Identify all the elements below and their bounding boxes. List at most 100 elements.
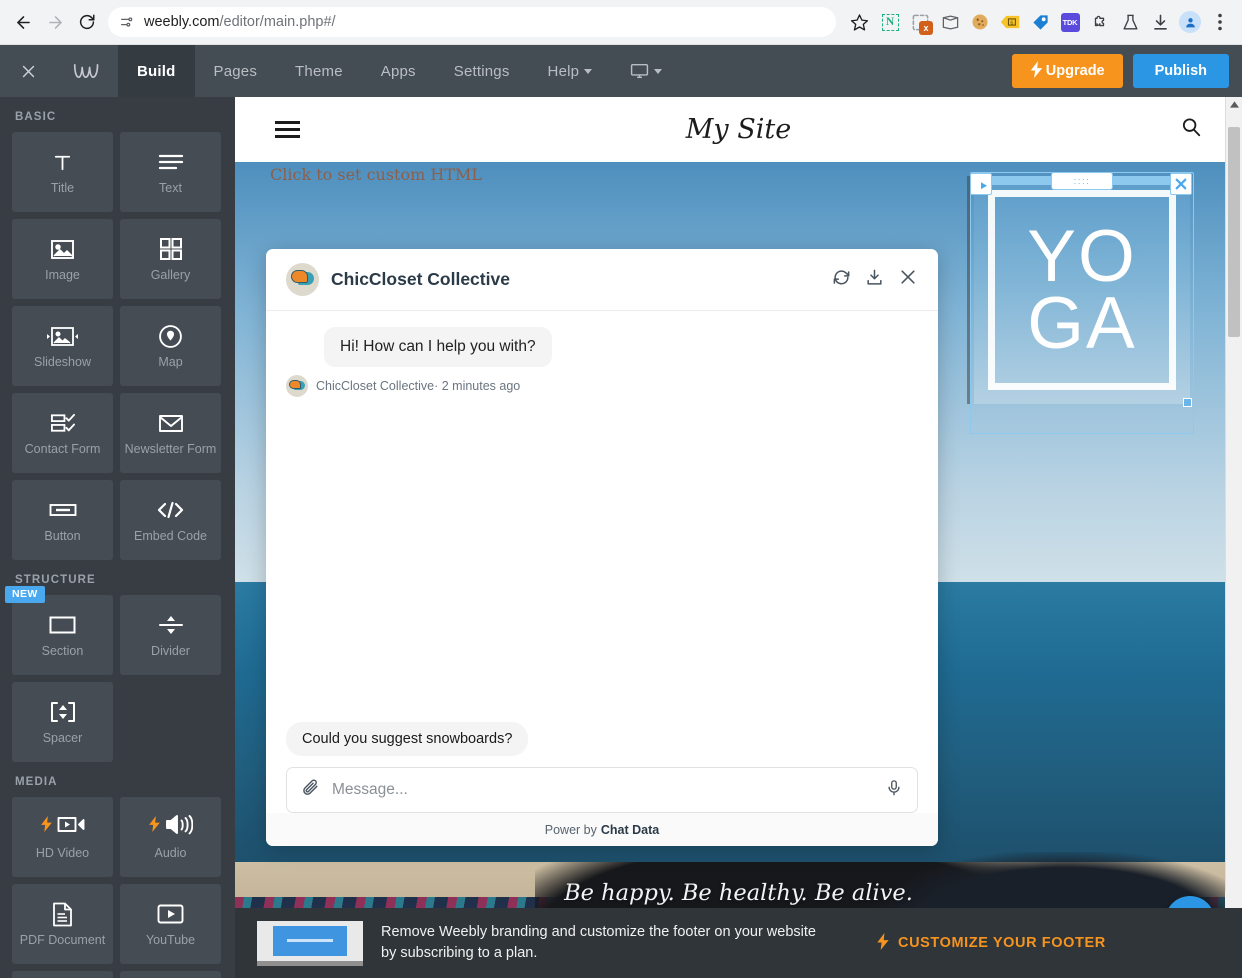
pdf-document-icon — [52, 899, 73, 929]
sidebar-tile-spacer[interactable]: Spacer — [12, 682, 113, 762]
hero-section[interactable]: Click to set custom HTML Be happy. Be he… — [235, 162, 1242, 978]
site-settings-icon[interactable] — [119, 14, 135, 30]
tab-help[interactable]: Help — [529, 45, 612, 97]
close-editor-icon[interactable] — [0, 63, 56, 80]
reader-extension-icon[interactable] — [936, 8, 964, 36]
reload-icon[interactable] — [72, 7, 102, 37]
map-pin-icon — [158, 321, 183, 351]
sidebar-tile-pdf-document[interactable]: PDF Document — [12, 884, 113, 964]
device-preview-toggle[interactable] — [611, 45, 681, 97]
sidebar-tile-file[interactable]: File — [120, 971, 221, 978]
title-icon — [51, 147, 74, 177]
downloads-icon[interactable] — [1146, 8, 1174, 36]
drag-grip-icon[interactable]: :::: — [1051, 172, 1113, 190]
notion-extension-icon[interactable]: N — [876, 8, 904, 36]
chat-composer[interactable]: Message... — [286, 767, 918, 813]
chat-message-list[interactable]: Hi! How can I help you with? ChicCloset … — [266, 311, 938, 722]
back-arrow-icon[interactable] — [8, 7, 38, 37]
scrollbar-thumb[interactable] — [1228, 127, 1240, 337]
sidebar-tile-embed-code[interactable]: Embed Code — [120, 480, 221, 560]
profile-avatar-icon[interactable] — [1176, 8, 1204, 36]
hero-tagline[interactable]: Be happy. Be healthy. Be alive. — [235, 880, 1242, 906]
sidebar-tile-text[interactable]: Text — [120, 132, 221, 212]
chat-message-meta-text: ChicCloset Collective· 2 minutes ago — [316, 379, 521, 393]
paperclip-icon[interactable] — [301, 778, 320, 802]
sidebar-tile-youtube[interactable]: YouTube — [120, 884, 221, 964]
sidebar-tile-section[interactable]: NEW Section — [5, 586, 113, 675]
sidebar-tile-label: Embed Code — [134, 529, 207, 544]
move-arrow-icon[interactable] — [970, 173, 992, 195]
tab-theme[interactable]: Theme — [276, 45, 362, 97]
chat-widget[interactable]: ChicCloset Collective Hi! How can I help… — [266, 249, 938, 846]
upgrade-label: Upgrade — [1045, 63, 1105, 79]
close-chat-icon[interactable] — [898, 267, 918, 292]
download-transcript-icon[interactable] — [865, 268, 884, 292]
yoga-image[interactable]: YO GA — [974, 176, 1190, 404]
search-icon[interactable] — [1180, 116, 1202, 143]
new-badge: NEW — [5, 586, 45, 604]
chat-powered-brand: Chat Data — [600, 822, 660, 837]
sidebar-tile-map[interactable]: Map — [120, 306, 221, 386]
delete-x-icon[interactable] — [1170, 173, 1192, 195]
refresh-conversation-icon[interactable] — [832, 268, 851, 292]
coupon-extension-icon[interactable]: 6 — [996, 8, 1024, 36]
tag-extension-icon[interactable] — [1026, 8, 1054, 36]
tab-settings-label: Settings — [453, 62, 510, 80]
chat-message-input[interactable]: Message... — [332, 781, 873, 799]
bolt-icon — [877, 932, 889, 954]
sidebar-tile-hd-video[interactable]: HD Video — [12, 797, 113, 877]
sidebar-tile-slideshow[interactable]: Slideshow — [12, 306, 113, 386]
sidebar-tile-divider[interactable]: Divider — [120, 595, 221, 675]
image-icon — [50, 234, 75, 264]
sidebar-tile-button[interactable]: Button — [12, 480, 113, 560]
chat-message-meta: ChicCloset Collective· 2 minutes ago — [286, 375, 918, 397]
upgrade-button[interactable]: Upgrade — [1011, 54, 1123, 88]
extensions-strip: N x 6 TDK — [876, 8, 1234, 36]
elements-sidebar[interactable]: BASIC Title Text Image Gallery Slideshow… — [0, 97, 235, 978]
canvas-scrollbar[interactable] — [1225, 97, 1242, 978]
address-bar[interactable]: weebly.com/editor/main.php#/ — [108, 7, 836, 37]
sidebar-tile-image[interactable]: Image — [12, 219, 113, 299]
sidebar-tile-title[interactable]: Title — [12, 132, 113, 212]
selected-image-element[interactable]: YO GA :::: — [967, 172, 1194, 434]
chat-powered-prefix: Power by — [544, 822, 597, 837]
customize-footer-button[interactable]: CUSTOMIZE YOUR FOOTER — [877, 932, 1106, 954]
screenshot-extension-icon[interactable]: x — [906, 8, 934, 36]
cookie-extension-icon[interactable] — [966, 8, 994, 36]
puzzle-extensions-icon[interactable] — [1086, 8, 1114, 36]
sidebar-tile-label: YouTube — [145, 933, 196, 948]
tab-build[interactable]: Build — [118, 45, 195, 97]
resize-handle-icon[interactable] — [1183, 398, 1192, 407]
contact-form-icon — [50, 408, 76, 438]
publish-button[interactable]: Publish — [1132, 54, 1229, 88]
sidebar-tile-flash[interactable]: Flash — [12, 971, 113, 978]
sidebar-heading-media: MEDIA — [15, 776, 58, 788]
tab-settings[interactable]: Settings — [435, 45, 529, 97]
site-preview-canvas[interactable]: My Site Click to set custom HTML Be happ… — [235, 97, 1242, 978]
sidebar-group-structure: NEW Section Divider Spacer — [5, 586, 223, 762]
forward-arrow-icon[interactable] — [40, 7, 70, 37]
microphone-icon[interactable] — [885, 779, 903, 802]
chat-message: Hi! How can I help you with? — [324, 327, 918, 367]
chevron-down-icon — [584, 68, 593, 74]
star-icon[interactable] — [844, 7, 874, 37]
tab-pages[interactable]: Pages — [195, 45, 277, 97]
chrome-menu-icon[interactable] — [1206, 8, 1234, 36]
sidebar-tile-contact-form[interactable]: Contact Form — [12, 393, 113, 473]
sidebar-tile-gallery[interactable]: Gallery — [120, 219, 221, 299]
hamburger-menu-icon[interactable] — [275, 121, 300, 138]
weebly-logo-icon[interactable] — [56, 61, 118, 81]
section-rectangle-icon — [49, 610, 76, 640]
bolt-icon — [1030, 60, 1043, 82]
labs-flask-icon[interactable] — [1116, 8, 1144, 36]
chat-suggestion-chip[interactable]: Could you suggest snowboards? — [286, 722, 529, 756]
tdk-extension-icon[interactable]: TDK — [1056, 8, 1084, 36]
site-title: My Site — [685, 114, 792, 145]
scroll-up-arrow-icon[interactable] — [1226, 97, 1242, 112]
tab-apps[interactable]: Apps — [362, 45, 435, 97]
customize-footer-label: CUSTOMIZE YOUR FOOTER — [898, 935, 1106, 951]
tab-theme-label: Theme — [295, 62, 343, 80]
sidebar-tile-audio[interactable]: Audio — [120, 797, 221, 877]
sidebar-tile-newsletter-form[interactable]: Newsletter Form — [120, 393, 221, 473]
custom-html-hint[interactable]: Click to set custom HTML — [270, 165, 482, 184]
